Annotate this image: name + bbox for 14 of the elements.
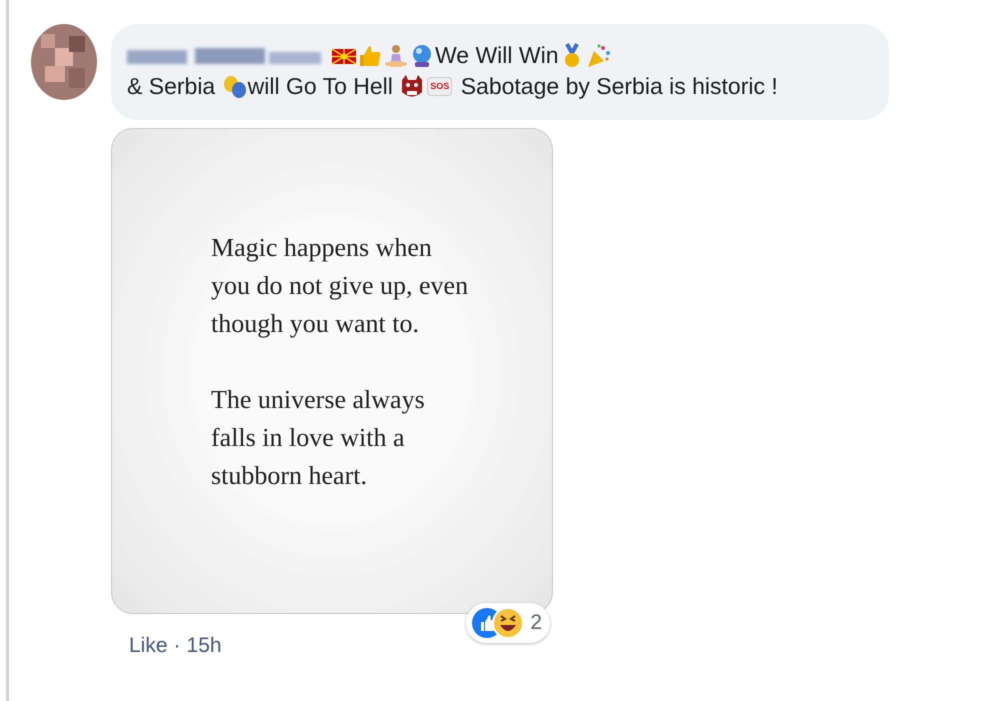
comment-text: will Go To Hell [248, 72, 394, 102]
reaction-count: 2 [530, 610, 542, 636]
separator-dot: · [174, 634, 181, 658]
like-link[interactable]: Like [129, 634, 168, 658]
timestamp: 15h [186, 634, 222, 658]
comment-text: Sabotage by Serbia is historic ! [460, 72, 778, 102]
reaction-summary[interactable]: 2 [466, 603, 550, 644]
comment-text: & Serbia [127, 72, 216, 102]
theater-masks-icon [222, 74, 248, 100]
comment-text: We Will Win [435, 41, 559, 70]
quote-text: The universe always falls in love with a stubborn heart. [211, 384, 426, 492]
meditating-figure-icon [383, 42, 409, 69]
sos-emoji: SOS [427, 77, 452, 96]
quote-text: Magic happens when you do not give up, even though you want to. [211, 232, 470, 340]
